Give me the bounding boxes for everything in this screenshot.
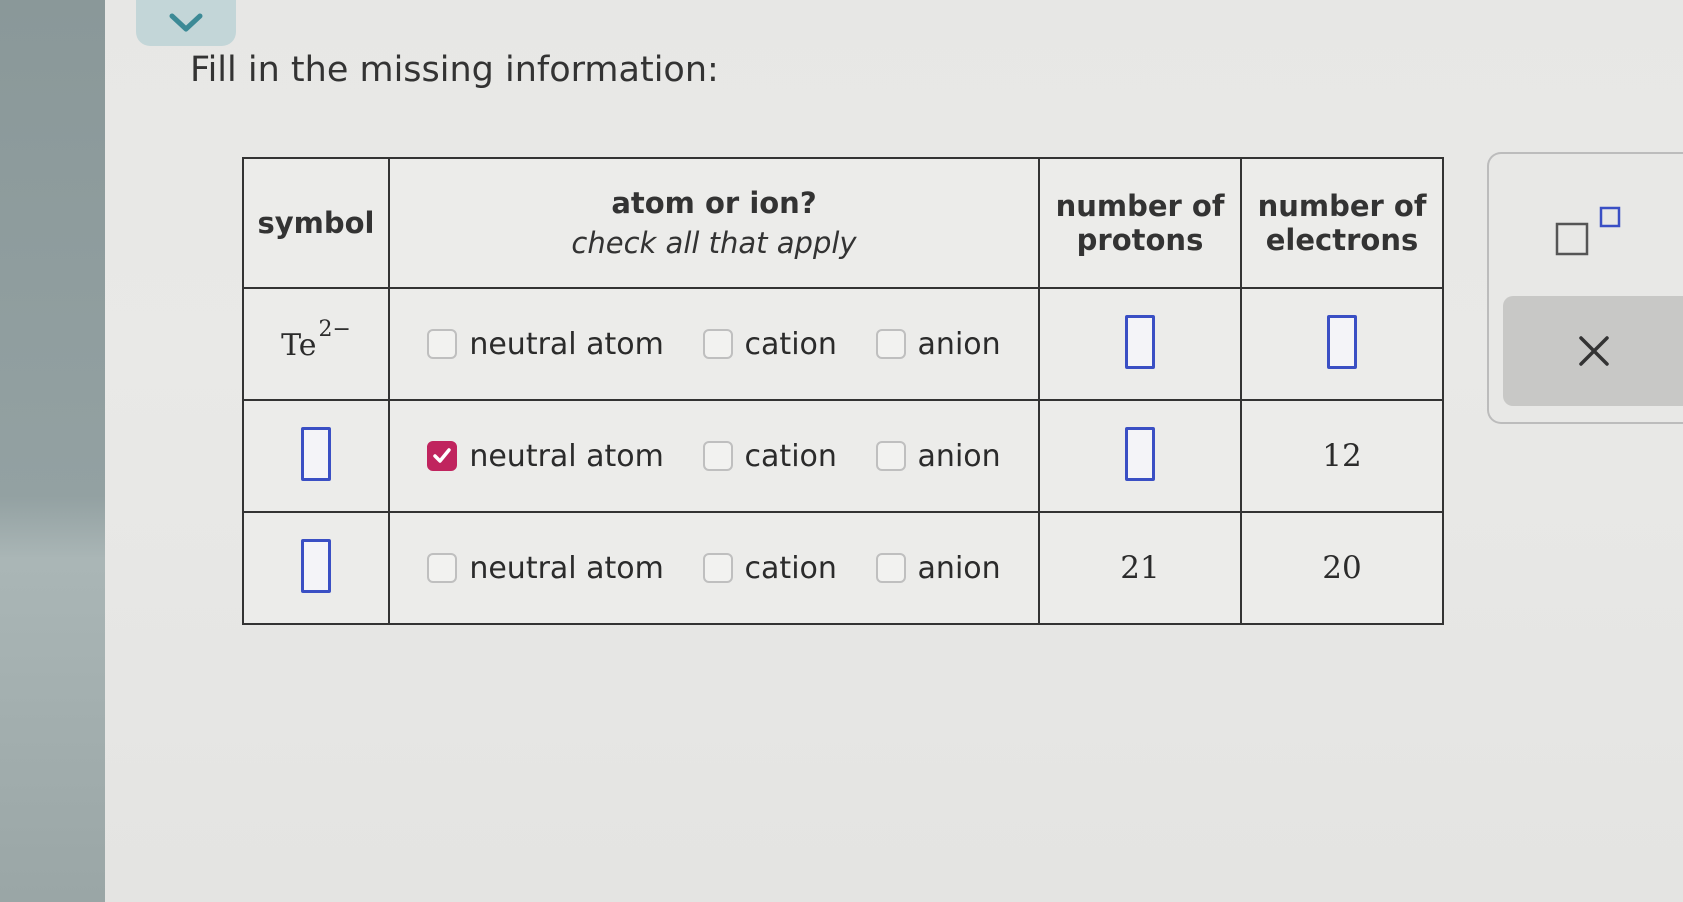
left-background-strip bbox=[0, 0, 105, 902]
option-label: neutral atom bbox=[469, 438, 664, 474]
header-atom-or-ion: atom or ion? check all that apply bbox=[388, 157, 1040, 289]
header-atom-or-ion-subtitle: check all that apply bbox=[571, 226, 857, 260]
checkbox-neutral-atom[interactable] bbox=[427, 329, 458, 359]
question-table: symbol atom or ion? check all that apply… bbox=[242, 157, 1444, 625]
protons-value: 21 bbox=[1120, 550, 1160, 586]
symbol-charge: 2− bbox=[318, 317, 351, 342]
symbol-answer-box[interactable] bbox=[301, 427, 331, 481]
atom-or-ion-cell: neutral atom cation anion bbox=[388, 399, 1040, 513]
option-anion[interactable]: anion bbox=[875, 438, 1001, 474]
checkbox-neutral-atom[interactable] bbox=[427, 553, 458, 583]
symbol-cell bbox=[242, 399, 390, 513]
symbol-cell: Te2− bbox=[242, 287, 390, 401]
checkbox-neutral-atom[interactable] bbox=[427, 441, 458, 471]
atom-or-ion-cell: neutral atom cation anion bbox=[388, 287, 1040, 401]
checkbox-cation[interactable] bbox=[702, 553, 733, 583]
clear-button[interactable] bbox=[1503, 296, 1683, 406]
table-row: Te2− neutral atom cation anion bbox=[242, 287, 1444, 401]
electrons-cell: 20 bbox=[1240, 511, 1444, 625]
header-row: symbol atom or ion? check all that apply… bbox=[242, 157, 1444, 289]
header-symbol: symbol bbox=[242, 157, 390, 289]
option-anion[interactable]: anion bbox=[875, 550, 1001, 586]
question-prompt: Fill in the missing information: bbox=[190, 50, 719, 90]
header-electrons: number of electrons bbox=[1240, 157, 1444, 289]
electrons-value: 20 bbox=[1322, 550, 1362, 586]
header-protons: number of protons bbox=[1038, 157, 1242, 289]
option-cation[interactable]: cation bbox=[702, 550, 837, 586]
electrons-answer-box[interactable] bbox=[1327, 315, 1357, 369]
protons-cell bbox=[1038, 399, 1242, 513]
option-label: anion bbox=[917, 326, 1001, 362]
checkbox-cation[interactable] bbox=[702, 441, 733, 471]
option-cation[interactable]: cation bbox=[702, 438, 837, 474]
option-neutral-atom[interactable]: neutral atom bbox=[427, 439, 664, 474]
option-anion[interactable]: anion bbox=[875, 326, 1001, 362]
table-row: neutral atom cation anion 21 20 bbox=[242, 511, 1444, 625]
symbol-value: Te2− bbox=[281, 317, 351, 363]
option-label: cation bbox=[744, 550, 837, 586]
electrons-cell: 12 bbox=[1240, 399, 1444, 513]
option-neutral-atom[interactable]: neutral atom bbox=[427, 551, 664, 586]
option-label: cation bbox=[744, 438, 837, 474]
math-tool-panel bbox=[1487, 152, 1683, 424]
checkbox-anion[interactable] bbox=[875, 329, 906, 359]
symbol-cell bbox=[242, 511, 390, 625]
electrons-cell bbox=[1240, 287, 1444, 401]
checkbox-cation[interactable] bbox=[702, 329, 733, 359]
superscript-icon bbox=[1555, 206, 1621, 256]
symbol-base: Te bbox=[281, 328, 317, 363]
close-icon bbox=[1579, 336, 1609, 366]
protons-answer-box[interactable] bbox=[1125, 315, 1155, 369]
option-label: neutral atom bbox=[469, 550, 664, 586]
checkmark-icon bbox=[433, 448, 452, 463]
option-label: anion bbox=[917, 550, 1001, 586]
protons-cell: 21 bbox=[1038, 511, 1242, 625]
electrons-value: 12 bbox=[1322, 438, 1362, 474]
header-atom-or-ion-title: atom or ion? bbox=[611, 186, 817, 220]
option-label: neutral atom bbox=[469, 326, 664, 362]
chevron-down-icon bbox=[169, 13, 203, 32]
checkbox-anion[interactable] bbox=[875, 553, 906, 583]
symbol-answer-box[interactable] bbox=[301, 539, 331, 593]
option-cation[interactable]: cation bbox=[702, 326, 837, 362]
option-label: cation bbox=[744, 326, 837, 362]
checkbox-anion[interactable] bbox=[875, 441, 906, 471]
collapse-tab[interactable] bbox=[136, 0, 236, 46]
protons-cell bbox=[1038, 287, 1242, 401]
option-neutral-atom[interactable]: neutral atom bbox=[427, 327, 664, 362]
protons-answer-box[interactable] bbox=[1125, 427, 1155, 481]
option-label: anion bbox=[917, 438, 1001, 474]
table-row: neutral atom cation anion 12 bbox=[242, 399, 1444, 513]
superscript-button[interactable] bbox=[1549, 202, 1639, 262]
atom-or-ion-cell: neutral atom cation anion bbox=[388, 511, 1040, 625]
